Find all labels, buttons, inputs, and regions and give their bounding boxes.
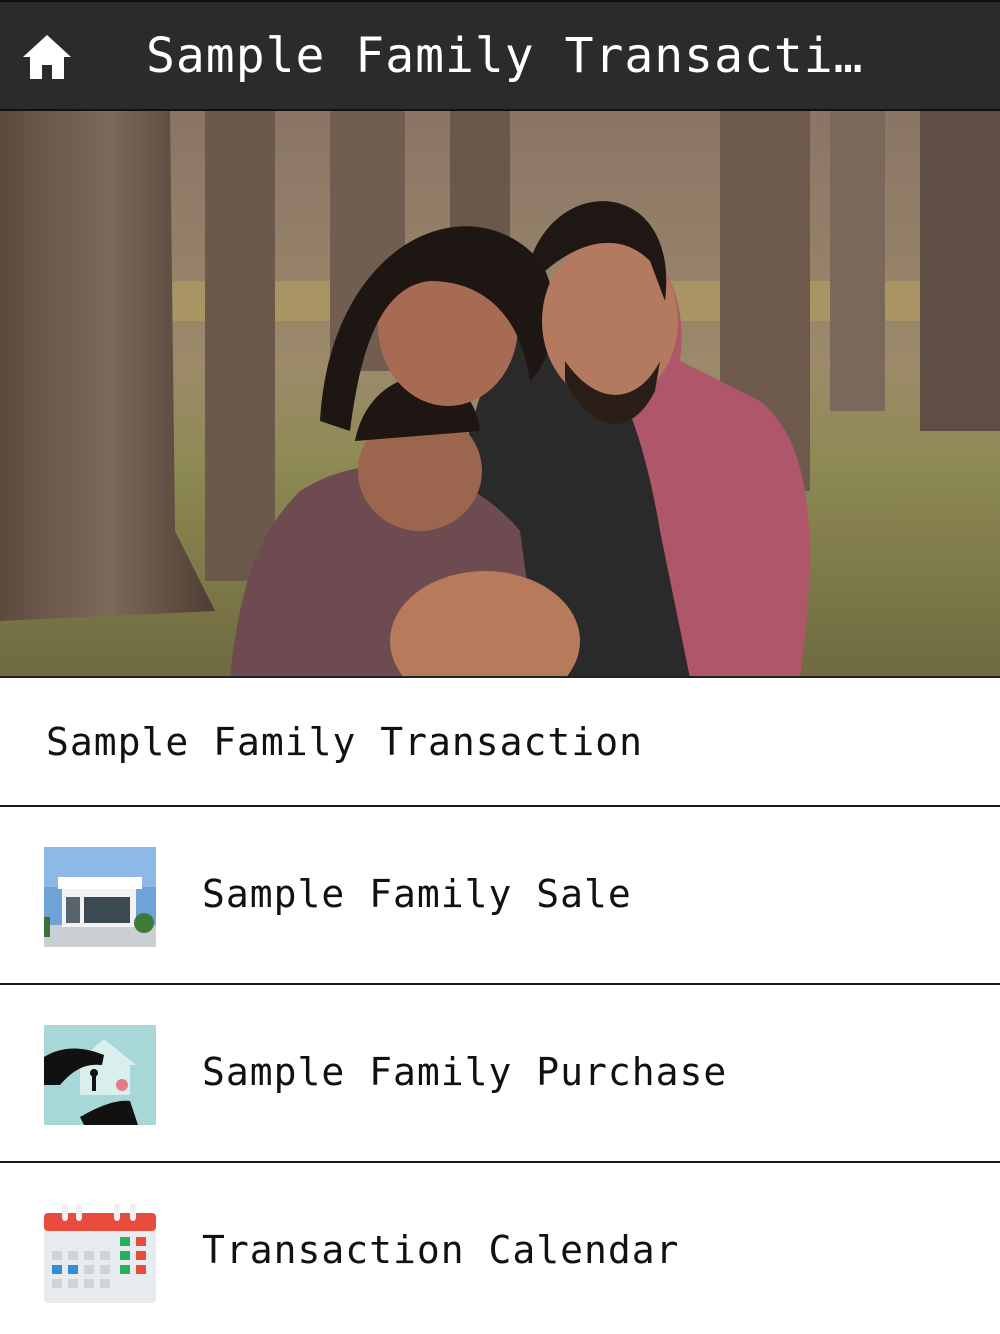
item-label: Sample Family Sale: [202, 872, 632, 916]
house-keys-icon: [44, 1025, 156, 1125]
list-item-calendar[interactable]: Transaction Calendar: [0, 1163, 1000, 1334]
section-header-row[interactable]: Sample Family Transaction: [0, 680, 1000, 807]
section-title: Sample Family Transaction: [46, 720, 643, 764]
calendar-icon: [44, 1203, 156, 1303]
top-app-bar: Sample Family Transacti…: [0, 0, 1000, 111]
list-item-purchase[interactable]: Sample Family Purchase: [0, 985, 1000, 1163]
menu-list: Sample Family Transaction Sample Family …: [0, 680, 1000, 1334]
hero-family-image: [0, 111, 1000, 678]
house-photo-icon: [44, 847, 156, 947]
item-label: Transaction Calendar: [202, 1228, 680, 1272]
item-label: Sample Family Purchase: [202, 1050, 728, 1094]
home-icon: [23, 35, 71, 79]
home-button[interactable]: [16, 28, 78, 86]
list-item-sale[interactable]: Sample Family Sale: [0, 807, 1000, 985]
app-screen: Sample Family Transacti… Sample Family T…: [0, 0, 1000, 1334]
family-photo: [0, 111, 1000, 676]
page-title: Sample Family Transacti…: [146, 28, 864, 84]
